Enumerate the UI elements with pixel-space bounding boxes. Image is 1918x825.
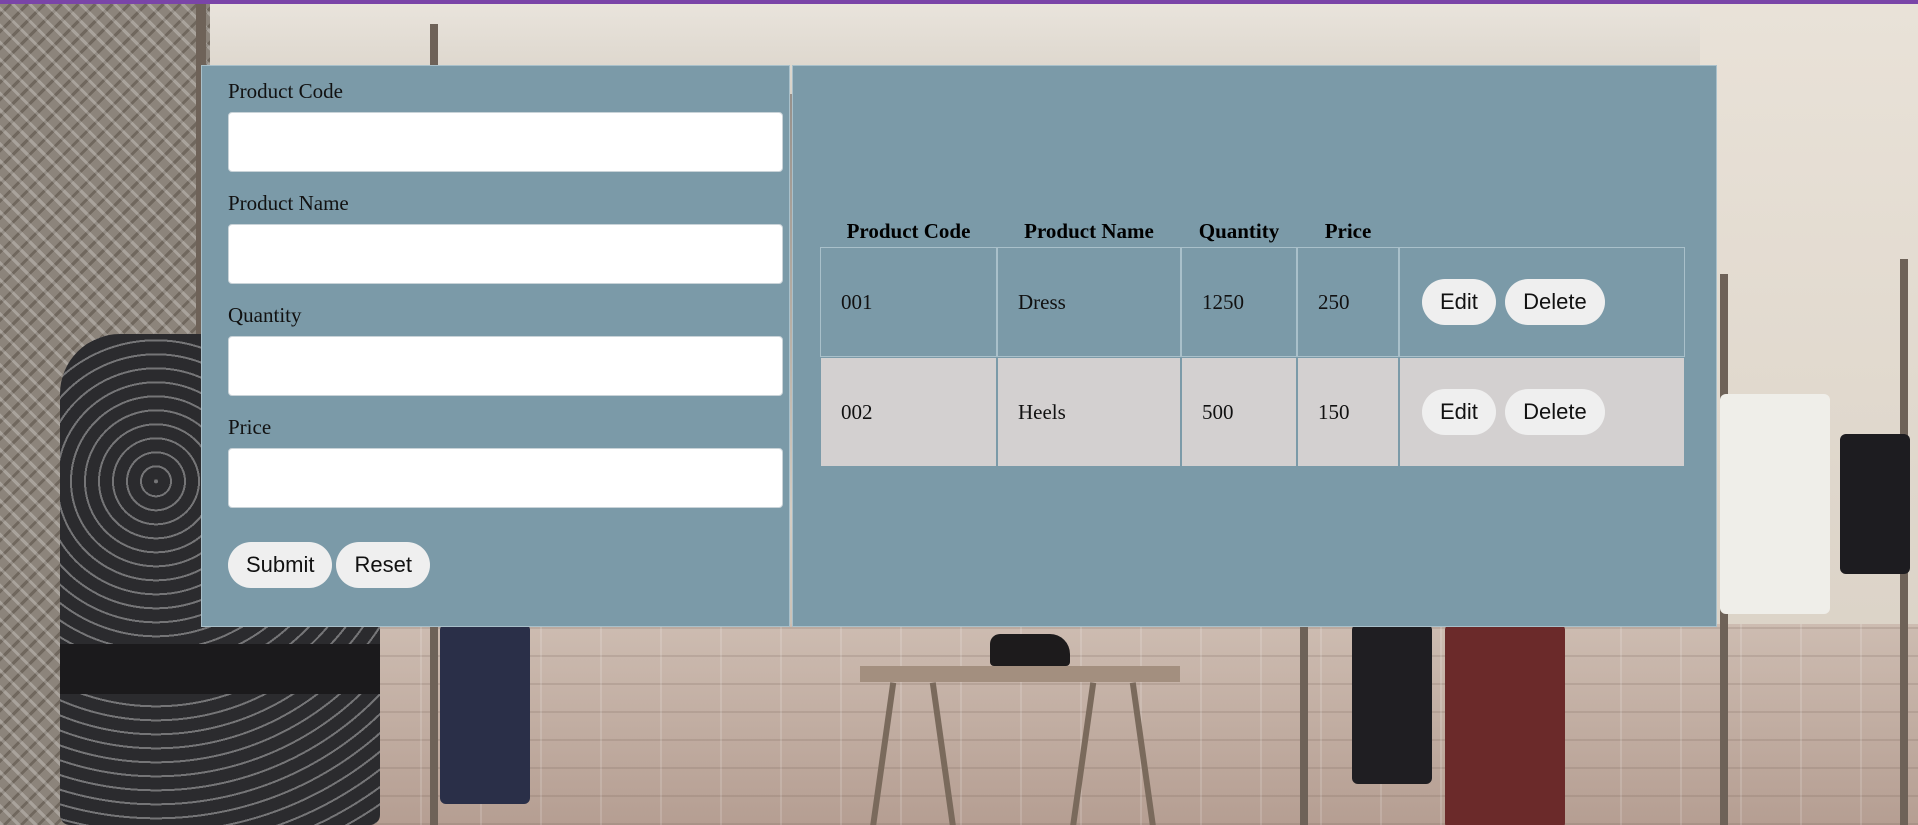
product-code-input[interactable] xyxy=(228,112,783,172)
product-name-label: Product Name xyxy=(228,191,349,215)
price-input[interactable] xyxy=(228,448,783,508)
cell-product-name: Heels xyxy=(998,358,1180,466)
quantity-label: Quantity xyxy=(228,303,302,327)
delete-button[interactable]: Delete xyxy=(1505,279,1605,325)
background-garment xyxy=(1840,434,1910,574)
background-garment xyxy=(1720,394,1830,614)
edit-button[interactable]: Edit xyxy=(1422,279,1496,325)
cell-quantity: 500 xyxy=(1182,358,1296,466)
background-mannequin-band xyxy=(60,644,380,694)
quantity-input[interactable] xyxy=(228,336,783,396)
product-form: Product Code Product Name Quantity Price… xyxy=(201,65,790,627)
column-header-quantity: Quantity xyxy=(1198,218,1280,243)
product-code-label: Product Code xyxy=(228,79,343,103)
price-label: Price xyxy=(228,415,272,439)
background-garment xyxy=(1445,624,1565,825)
column-header-product-code: Product Code xyxy=(846,218,971,243)
cell-actions: Edit Delete xyxy=(1399,247,1685,357)
cell-price: 250 xyxy=(1297,247,1399,357)
background-table xyxy=(860,666,1180,682)
background-shoe xyxy=(990,634,1070,666)
cell-product-code: 002 xyxy=(821,358,996,466)
background-garment xyxy=(1352,624,1432,784)
product-panel: Product Code Product Name Quantity Price… xyxy=(201,65,1717,629)
table-row: 001 Dress 1250 250 Edit Delete xyxy=(820,247,1685,357)
cell-product-name: Dress xyxy=(997,247,1181,357)
product-table: Product Code Product Name Quantity Price… xyxy=(819,214,1686,468)
column-header-product-name: Product Name xyxy=(1024,218,1154,243)
submit-button[interactable]: Submit xyxy=(228,542,333,588)
cell-product-code: 001 xyxy=(820,247,997,357)
background-pole xyxy=(1300,624,1308,825)
edit-button[interactable]: Edit xyxy=(1422,389,1496,435)
background-garment xyxy=(440,624,530,804)
reset-button[interactable]: Reset xyxy=(336,542,430,588)
cell-price: 150 xyxy=(1298,358,1398,466)
product-name-input[interactable] xyxy=(228,224,783,284)
product-list-pane: Product Code Product Name Quantity Price… xyxy=(792,65,1717,627)
table-header-row: Product Code Product Name Quantity Price xyxy=(821,216,1684,246)
column-header-actions xyxy=(1400,216,1684,246)
cell-actions: Edit Delete xyxy=(1400,358,1684,466)
column-header-price: Price xyxy=(1324,218,1372,243)
form-buttons: Submit Reset xyxy=(228,542,765,588)
table-row: 002 Heels 500 150 Edit Delete xyxy=(821,358,1684,466)
delete-button[interactable]: Delete xyxy=(1505,389,1605,435)
cell-quantity: 1250 xyxy=(1181,247,1297,357)
